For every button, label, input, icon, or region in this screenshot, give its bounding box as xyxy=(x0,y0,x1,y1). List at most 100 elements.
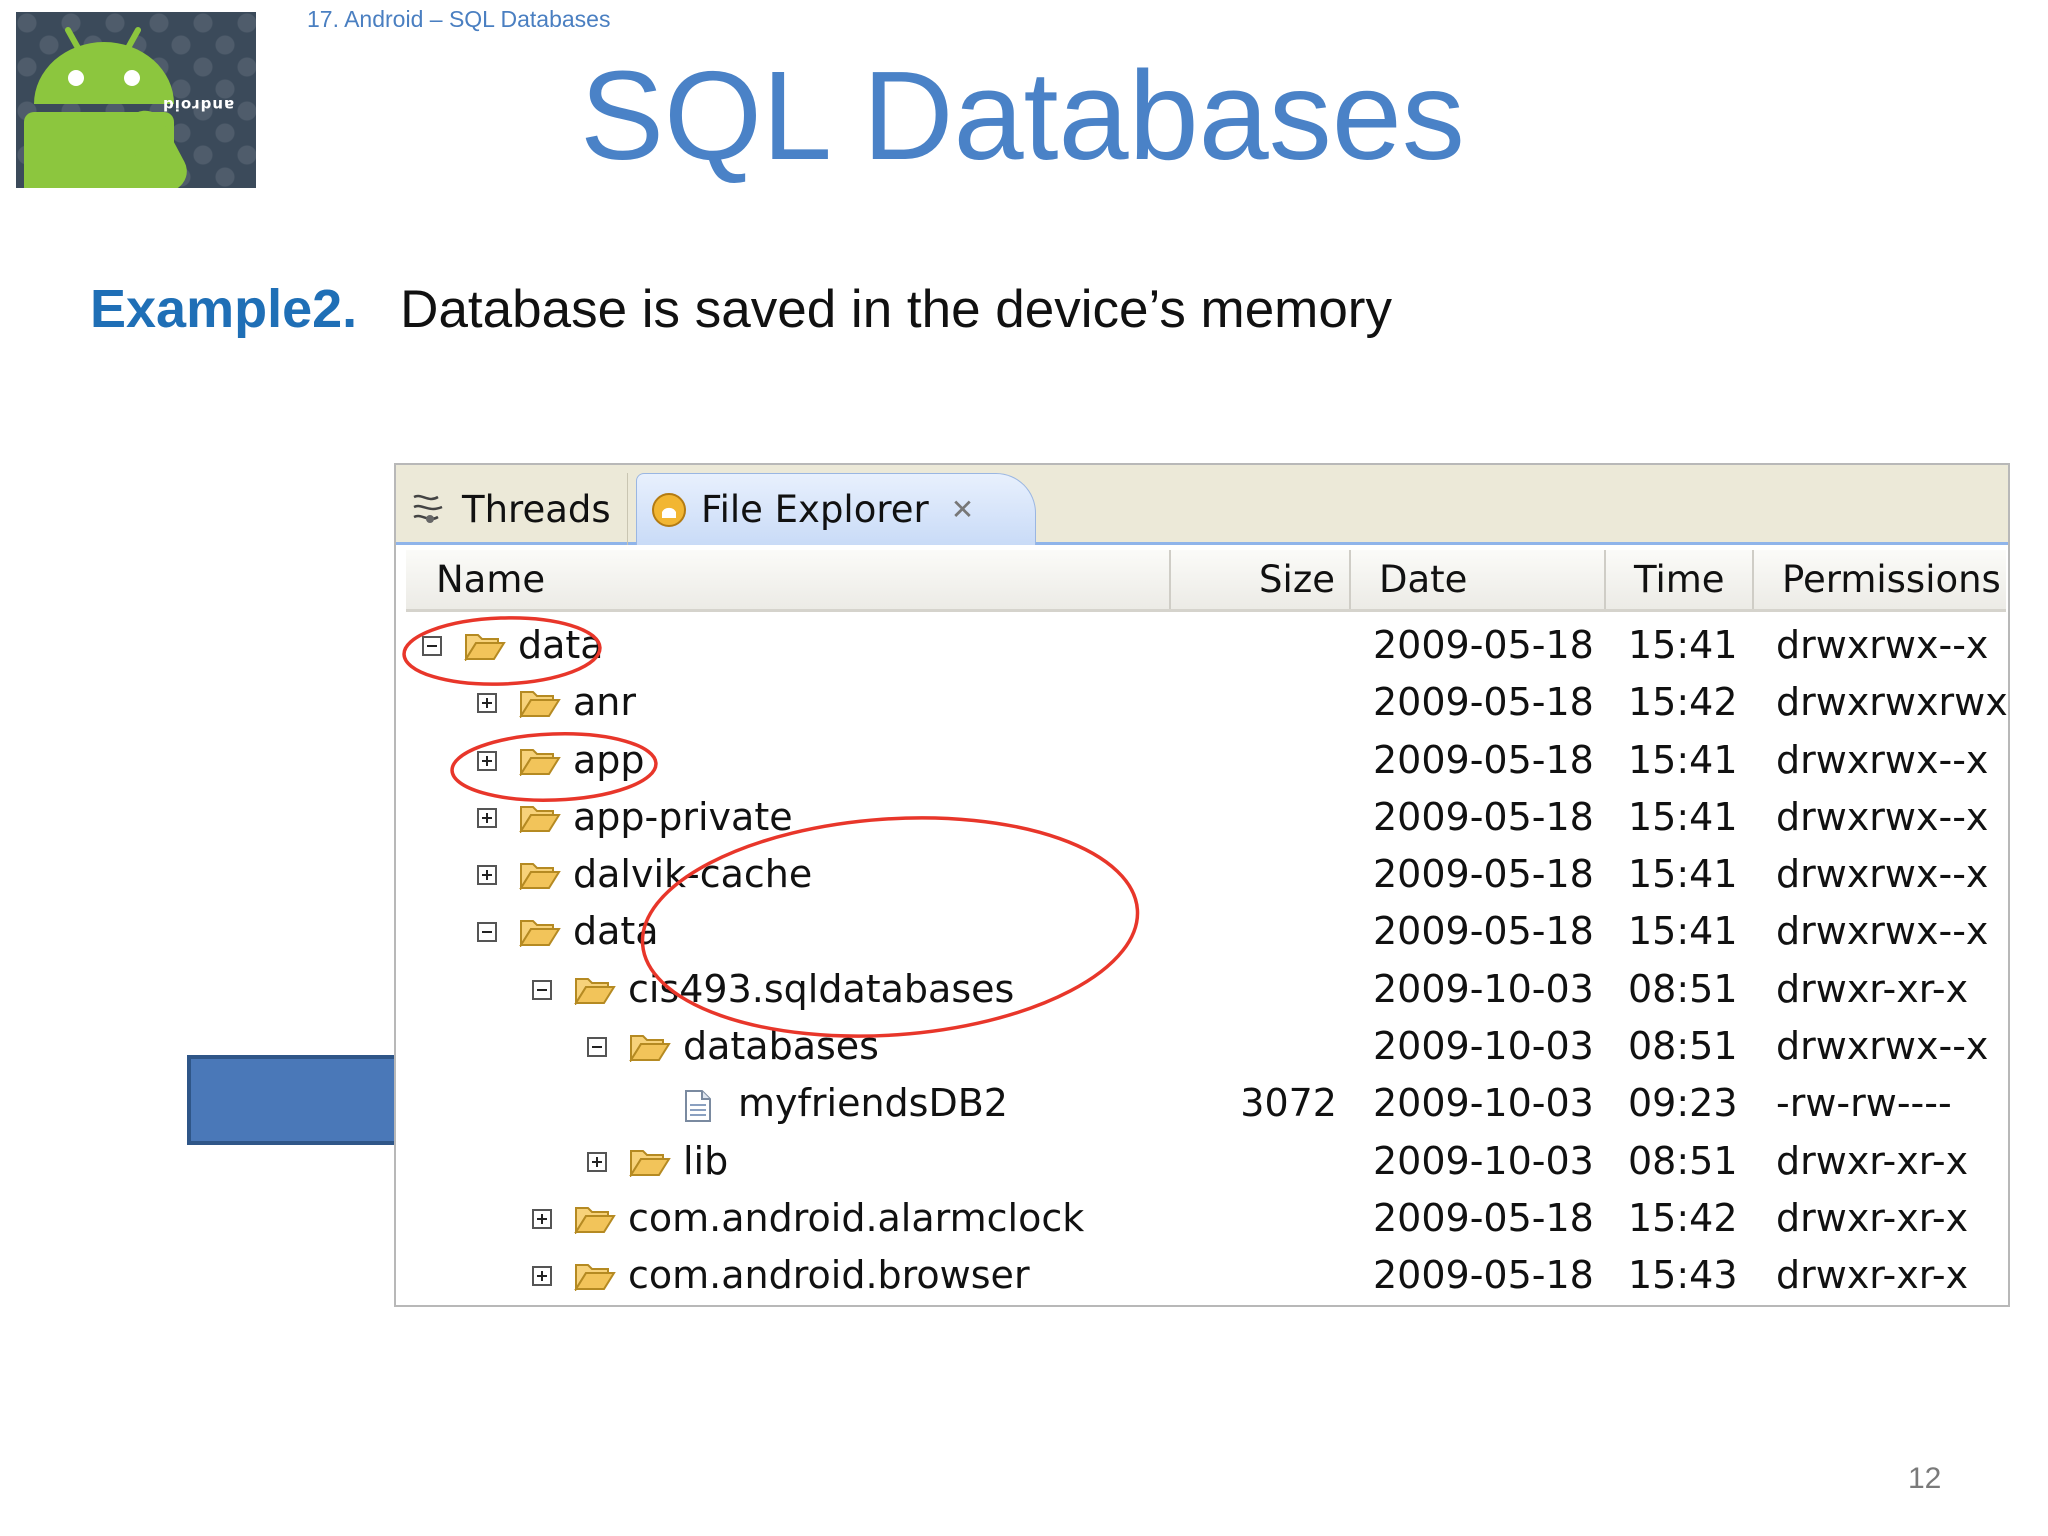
row-size xyxy=(1171,846,1337,903)
table-row[interactable]: databases 2009-10-03 08:51 drwxrwx--x xyxy=(406,1018,2006,1075)
row-permissions: drwxr-xr-x xyxy=(1776,1195,1969,1240)
table-row[interactable]: data 2009-05-18 15:41 drwxrwx--x xyxy=(406,903,2006,960)
table-row[interactable]: cis493.sqldatabases 2009-10-03 08:51 drwxr-… xyxy=(406,961,2006,1018)
row-time: 08:51 xyxy=(1628,966,1738,1011)
row-time: 15:42 xyxy=(1628,680,1738,725)
row-permissions: drwxr-xr-x xyxy=(1776,966,1969,1011)
row-size xyxy=(1171,961,1337,1018)
tab-threads[interactable]: Threads xyxy=(408,473,628,545)
row-size xyxy=(1171,903,1337,960)
threads-icon xyxy=(408,489,448,529)
column-header-size[interactable]: Size xyxy=(1171,550,1351,609)
folder-icon xyxy=(519,917,561,949)
file-icon xyxy=(684,1089,712,1123)
column-header-name[interactable]: Name xyxy=(406,550,1171,609)
android-logo: android xyxy=(16,12,256,188)
row-time: 15:43 xyxy=(1628,1253,1738,1298)
row-date: 2009-10-03 xyxy=(1373,1081,1594,1126)
row-name: app-private xyxy=(573,794,793,839)
folder-icon xyxy=(519,803,561,835)
row-date: 2009-10-03 xyxy=(1373,1138,1594,1183)
collapse-icon[interactable] xyxy=(477,922,497,943)
row-date: 2009-10-03 xyxy=(1373,966,1594,1011)
expand-icon[interactable] xyxy=(532,1266,552,1287)
file-tree: data 2009-05-18 15:41 drwxrwx--x anr 2009-05-… xyxy=(406,617,2008,1305)
row-date: 2009-05-18 xyxy=(1373,909,1594,954)
folder-icon xyxy=(519,746,561,778)
file-explorer-panel: Threads File Explorer ✕ Name Size Date T… xyxy=(394,463,2010,1307)
expand-icon[interactable] xyxy=(477,807,497,828)
row-permissions: drwxrwx--x xyxy=(1776,852,1989,897)
table-row[interactable]: lib 2009-10-03 08:51 drwxr-xr-x xyxy=(406,1133,2006,1190)
row-date: 2009-05-18 xyxy=(1373,680,1594,725)
row-name: app xyxy=(573,737,645,782)
collapse-icon[interactable] xyxy=(587,1037,607,1058)
row-date: 2009-05-18 xyxy=(1373,1253,1594,1298)
row-date: 2009-05-18 xyxy=(1373,852,1594,897)
folder-icon xyxy=(519,688,561,720)
row-permissions: drwxr-xr-x xyxy=(1776,1138,1969,1183)
row-name: myfriendsDB2 xyxy=(738,1081,1008,1126)
table-row[interactable]: com.android.alarmclock 2009-05-18 15:42 drw… xyxy=(406,1190,2006,1247)
row-permissions: -rw-rw---- xyxy=(1776,1081,1952,1126)
column-header-date[interactable]: Date xyxy=(1351,550,1606,609)
row-date: 2009-05-18 xyxy=(1373,737,1594,782)
row-time: 15:41 xyxy=(1628,623,1738,667)
row-size xyxy=(1171,674,1337,731)
row-permissions: drwxrwxrwx xyxy=(1776,680,2008,725)
example-label: Example2. xyxy=(90,279,358,339)
row-time: 08:51 xyxy=(1628,1138,1738,1183)
expand-icon[interactable] xyxy=(477,750,497,771)
row-time: 09:23 xyxy=(1628,1081,1738,1126)
expand-icon[interactable] xyxy=(477,693,497,714)
table-row[interactable]: anr 2009-05-18 15:42 drwxrwxrwx xyxy=(406,674,2008,731)
row-date: 2009-05-18 xyxy=(1373,794,1594,839)
row-size xyxy=(1171,732,1337,789)
folder-icon xyxy=(574,1261,616,1293)
row-time: 15:42 xyxy=(1628,1195,1738,1240)
folder-icon xyxy=(574,975,616,1007)
row-permissions: drwxrwx--x xyxy=(1776,623,1989,667)
table-row[interactable]: data 2009-05-18 15:41 drwxrwx--x xyxy=(406,617,2006,674)
row-permissions: drwxr-xr-x xyxy=(1776,1253,1969,1298)
row-permissions: drwxrwx--x xyxy=(1776,1024,1989,1069)
folder-icon xyxy=(629,1032,671,1064)
row-date: 2009-10-03 xyxy=(1373,1024,1594,1069)
row-permissions: drwxrwx--x xyxy=(1776,737,1989,782)
expand-icon[interactable] xyxy=(587,1151,607,1172)
table-row[interactable]: dalvik-cache 2009-05-18 15:41 drwxrwx--x xyxy=(406,846,2006,903)
expand-icon[interactable] xyxy=(477,865,497,886)
close-icon[interactable]: ✕ xyxy=(951,493,974,526)
column-header-row: Name Size Date Time Permissions xyxy=(406,550,2006,612)
breadcrumb: 17. Android – SQL Databases xyxy=(307,6,611,32)
tab-strip: Threads File Explorer ✕ xyxy=(396,465,2008,545)
row-size: 3072 xyxy=(1240,1081,1337,1126)
row-size xyxy=(1171,1133,1337,1190)
row-size xyxy=(1171,789,1337,846)
row-permissions: drwxrwx--x xyxy=(1776,794,1989,839)
folder-icon xyxy=(574,1204,616,1236)
row-time: 15:41 xyxy=(1628,852,1738,897)
row-date: 2009-05-18 xyxy=(1373,1195,1594,1240)
row-name: databases xyxy=(683,1024,879,1069)
row-size xyxy=(1171,1247,1337,1304)
row-name: data xyxy=(573,909,659,954)
table-row[interactable]: app-private 2009-05-18 15:41 drwxrwx--x xyxy=(406,789,2006,846)
column-header-permissions[interactable]: Permissions xyxy=(1754,550,2006,609)
collapse-icon[interactable] xyxy=(532,979,552,1000)
row-name: com.android.alarmclock xyxy=(628,1195,1085,1240)
example-description: Database is saved in the device’s memory xyxy=(400,280,1392,339)
row-name: data xyxy=(518,623,604,667)
android-wordmark: android xyxy=(162,96,235,114)
table-row[interactable]: app 2009-05-18 15:41 drwxrwx--x xyxy=(406,732,2006,789)
table-row[interactable]: myfriendsDB2 3072 2009-10-03 09:23 -rw-rw---… xyxy=(406,1075,2006,1132)
column-header-time[interactable]: Time xyxy=(1606,550,1754,609)
expand-icon[interactable] xyxy=(532,1208,552,1229)
tab-file-explorer[interactable]: File Explorer ✕ xyxy=(636,473,1036,545)
folder-icon xyxy=(629,1147,671,1179)
table-row[interactable]: com.android.browser 2009-05-18 15:43 drwxr-… xyxy=(406,1247,2006,1304)
collapse-icon[interactable] xyxy=(422,636,442,656)
row-time: 15:41 xyxy=(1628,737,1738,782)
tab-file-explorer-label: File Explorer xyxy=(701,488,929,531)
example-heading: Example2. Database is saved in the devic… xyxy=(90,278,1392,340)
